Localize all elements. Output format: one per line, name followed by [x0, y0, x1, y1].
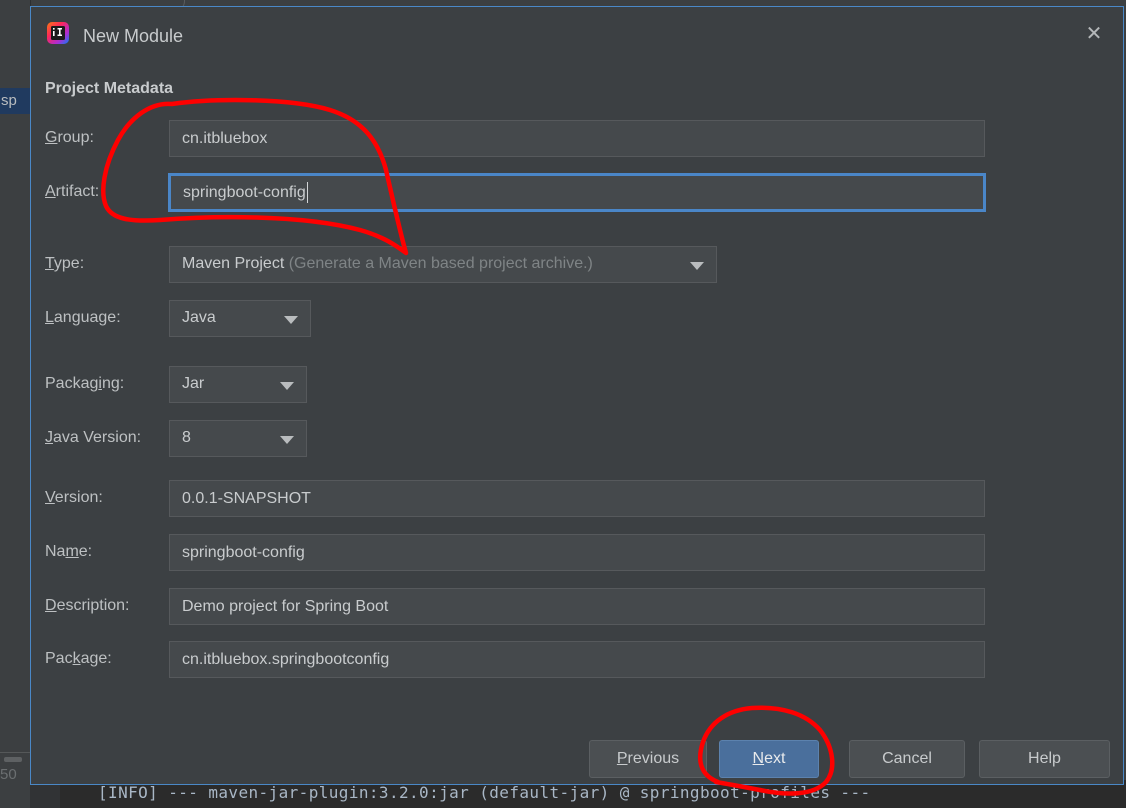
chevron-down-icon	[280, 436, 294, 444]
console-log-line: [INFO] --- maven-jar-plugin:3.2.0:jar (d…	[98, 783, 871, 802]
text-caret	[306, 182, 308, 203]
chevron-down-icon	[284, 316, 298, 324]
language-combobox-value: Java	[182, 309, 216, 326]
java-version-combobox-value: 8	[182, 429, 191, 446]
editor-gutter-line-number: 50	[0, 766, 17, 783]
project-tree-selected-label: sp	[1, 92, 17, 109]
field-row-java-version: Java Version: 8	[31, 420, 1125, 458]
label-group: Group:	[45, 129, 94, 146]
chevron-down-icon	[280, 382, 294, 390]
dialog-title-bar: New Module ✕	[31, 7, 1123, 57]
scrollbar-thumb[interactable]	[4, 757, 22, 762]
tool-window-divider	[0, 752, 30, 753]
description-input[interactable]: Demo project for Spring Boot	[169, 588, 985, 625]
version-input[interactable]: 0.0.1-SNAPSHOT	[169, 480, 985, 517]
group-input[interactable]: cn.itbluebox	[169, 120, 985, 157]
help-button[interactable]: Help	[979, 740, 1110, 778]
field-row-name: Name: springboot-config	[31, 534, 1125, 572]
section-heading: Project Metadata	[45, 80, 174, 97]
package-input[interactable]: cn.itbluebox.springbootconfig	[169, 641, 985, 678]
label-description: Description:	[45, 597, 130, 614]
packaging-combobox-value: Jar	[182, 375, 205, 392]
chevron-down-icon	[690, 262, 704, 270]
packaging-combobox[interactable]: Jar	[169, 366, 307, 403]
type-combobox-value: Maven Project (Generate a Maven based pr…	[182, 255, 593, 272]
label-packaging: Packaging:	[45, 375, 125, 392]
field-row-description: Description: Demo project for Spring Boo…	[31, 588, 1125, 626]
previous-button-label: Previous	[616, 750, 680, 767]
label-language: Language:	[45, 309, 121, 326]
field-row-package: Package: cn.itbluebox.springbootconfig	[31, 641, 1125, 679]
field-row-type: Type: Maven Project (Generate a Maven ba…	[31, 246, 1125, 284]
help-button-label: Help	[1028, 750, 1061, 767]
new-module-dialog: New Module ✕ Project Metadata Group: cn.…	[30, 6, 1124, 785]
project-tree-strip[interactable]	[0, 0, 31, 808]
dialog-title-text: New Module	[83, 26, 184, 46]
close-icon[interactable]: ✕	[1077, 19, 1111, 49]
label-type: Type:	[45, 255, 85, 272]
label-artifact: Artifact:	[45, 183, 100, 200]
java-version-combobox[interactable]: 8	[169, 420, 307, 457]
label-java-version: Java Version:	[45, 429, 142, 446]
artifact-input[interactable]: springboot-config	[169, 174, 985, 211]
name-input[interactable]: springboot-config	[169, 534, 985, 571]
label-version: Version:	[45, 489, 103, 506]
previous-button[interactable]: Previous	[589, 740, 707, 778]
field-row-artifact: Artifact: springboot-config	[31, 174, 1125, 212]
cancel-button[interactable]: Cancel	[849, 740, 965, 778]
field-row-packaging: Packaging: Jar	[31, 366, 1125, 404]
field-row-group: Group: cn.itbluebox	[31, 120, 1125, 158]
field-row-language: Language: Java	[31, 300, 1125, 338]
field-row-version: Version: 0.0.1-SNAPSHOT	[31, 480, 1125, 518]
next-button[interactable]: Next	[719, 740, 819, 778]
next-button-label: Next	[752, 750, 786, 767]
type-combobox-hint: (Generate a Maven based project archive.…	[284, 255, 593, 272]
label-package: Package:	[45, 650, 112, 667]
type-combobox[interactable]: Maven Project (Generate a Maven based pr…	[169, 246, 717, 283]
cancel-button-label: Cancel	[882, 750, 932, 767]
language-combobox[interactable]: Java	[169, 300, 311, 337]
intellij-idea-logo-icon	[47, 22, 69, 44]
artifact-input-value: springboot-config	[183, 183, 306, 201]
label-name: Name:	[45, 543, 93, 560]
